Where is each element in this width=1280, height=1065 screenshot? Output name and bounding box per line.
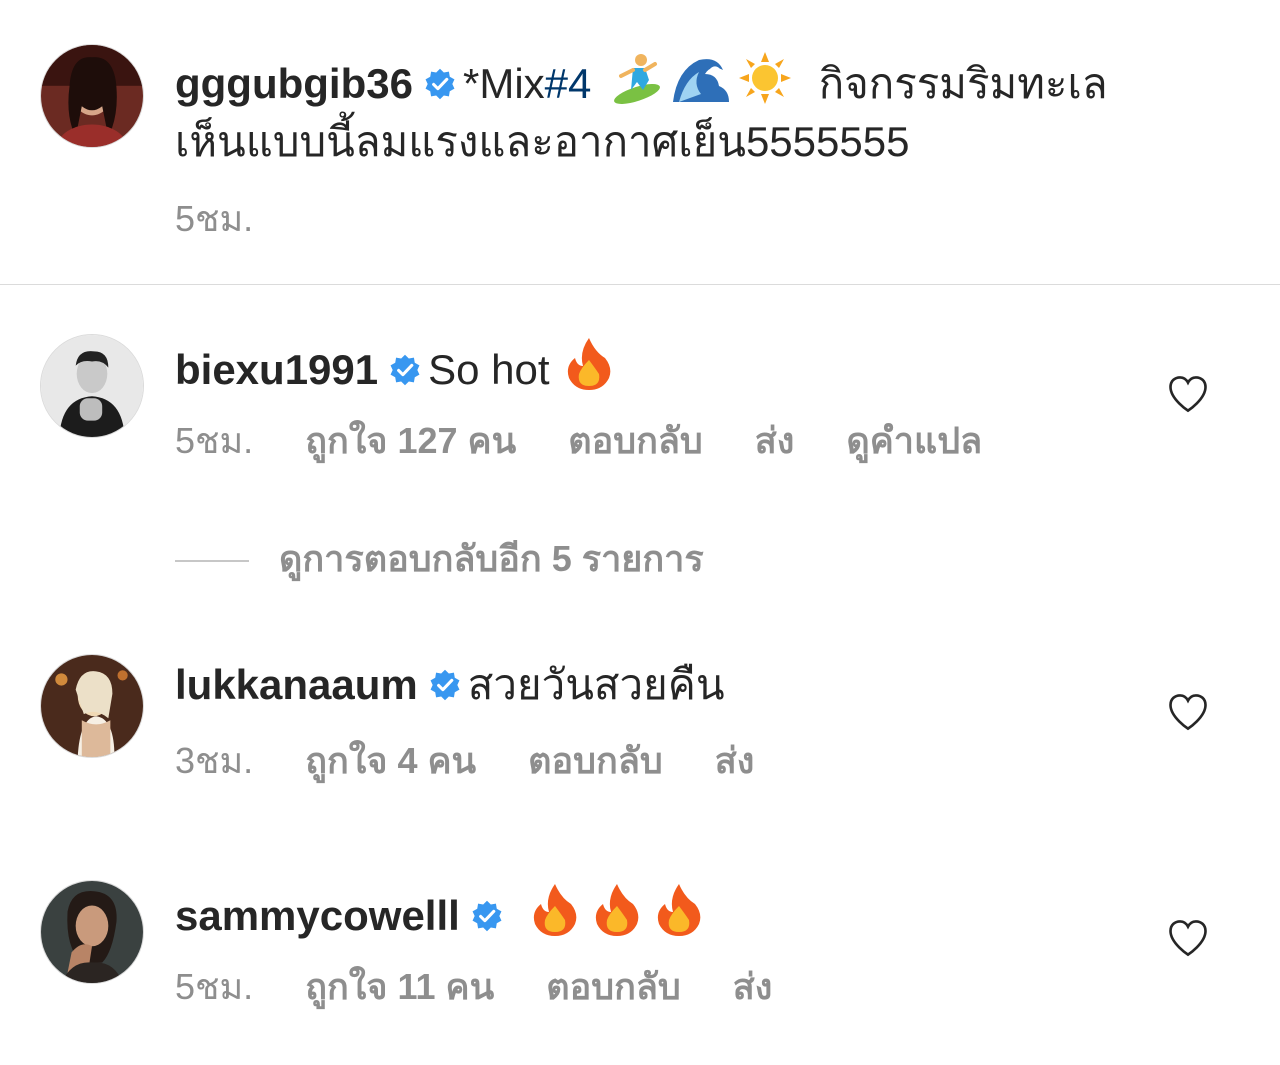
fire-emoji-icon [593, 882, 641, 938]
reply-button[interactable]: ตอบกลับ [528, 740, 663, 781]
replies-divider-line [175, 560, 249, 563]
comment-text-row: biexu1991 So hot [175, 336, 613, 399]
comment-timestamp: 5ชม. [175, 420, 254, 461]
comment-username[interactable]: lukkanaaum [175, 661, 418, 708]
comment-username[interactable]: sammycowelll [175, 892, 460, 939]
comment-body: So hot [428, 346, 550, 393]
translate-button[interactable]: ดูคำแปล [846, 420, 982, 461]
comment-meta: 5ชม. ถูกใจ 11 คน ตอบกลับ ส่ง [175, 958, 824, 1015]
caption-text-after-emoji: กิจกรรมริมทะเล [818, 60, 1108, 107]
verified-badge-icon [428, 668, 462, 702]
sun-emoji-icon [737, 50, 793, 106]
heart-icon[interactable] [1167, 918, 1209, 958]
avatar-photo-lukkanaaum [41, 655, 143, 757]
comment-username[interactable]: biexu1991 [175, 346, 378, 393]
send-button[interactable]: ส่ง [715, 740, 755, 781]
comment-meta: 3ชม. ถูกใจ 4 คน ตอบกลับ ส่ง [175, 732, 806, 789]
comment-timestamp: 3ชม. [175, 740, 254, 781]
surfer-emoji-icon [609, 50, 665, 106]
comment-body: สวยวันสวยคืน [467, 661, 725, 708]
avatar-photo-gggubgib36 [41, 45, 143, 147]
reply-button[interactable]: ตอบกลับ [568, 420, 703, 461]
comment-text-row: sammycowelll [175, 882, 703, 945]
fire-emoji-icon [565, 336, 613, 392]
post-caption: gggubgib36 *Mix#4 กิจกรรมริมทะเล เห็นแบบ… [0, 0, 1280, 284]
comment-likes-count[interactable]: ถูกใจ 11 คน [305, 966, 494, 1007]
comment-likes-count[interactable]: ถูกใจ 127 คน [305, 420, 516, 461]
verified-badge-icon [423, 67, 457, 101]
heart-icon[interactable] [1167, 374, 1209, 414]
caption-text-line2: เห็นแบบนี้ลมแรงและอากาศเย็น5555555 [175, 118, 910, 165]
comment-author-avatar[interactable] [40, 880, 144, 984]
caption-username[interactable]: gggubgib36 [175, 60, 413, 107]
caption-text: gggubgib36 *Mix#4 กิจกรรมริมทะเล เห็นแบบ… [175, 50, 1235, 171]
verified-badge-icon [470, 899, 504, 933]
comment-text-row: lukkanaaum สวยวันสวยคืน [175, 656, 725, 714]
caption-text-prefix: *Mix [462, 60, 545, 107]
caption-divider [0, 284, 1280, 285]
heart-icon[interactable] [1167, 692, 1209, 732]
fire-emoji-icon [655, 882, 703, 938]
view-replies-label: ดูการตอบกลับอีก 5 รายการ [279, 538, 704, 579]
comment-likes-count[interactable]: ถูกใจ 4 คน [305, 740, 476, 781]
comment-timestamp: 5ชม. [175, 966, 254, 1007]
comment-meta: 5ชม. ถูกใจ 127 คน ตอบกลับ ส่ง ดูคำแปล [175, 412, 1034, 469]
avatar-photo-biexu1991 [41, 335, 143, 437]
caption-author-avatar[interactable] [40, 44, 144, 148]
view-more-replies-button[interactable]: ดูการตอบกลับอีก 5 รายการ [175, 530, 704, 587]
comment-author-avatar[interactable] [40, 334, 144, 438]
fire-emoji-icon [531, 882, 579, 938]
verified-badge-icon [388, 353, 422, 387]
comment-author-avatar[interactable] [40, 654, 144, 758]
caption-timestamp: 5ชม. [175, 198, 254, 239]
caption-hashtag[interactable]: #4 [545, 60, 592, 107]
wave-emoji-icon [671, 50, 731, 106]
send-button[interactable]: ส่ง [755, 420, 795, 461]
reply-button[interactable]: ตอบกลับ [546, 966, 681, 1007]
send-button[interactable]: ส่ง [733, 966, 773, 1007]
avatar-photo-sammycowelll [41, 881, 143, 983]
